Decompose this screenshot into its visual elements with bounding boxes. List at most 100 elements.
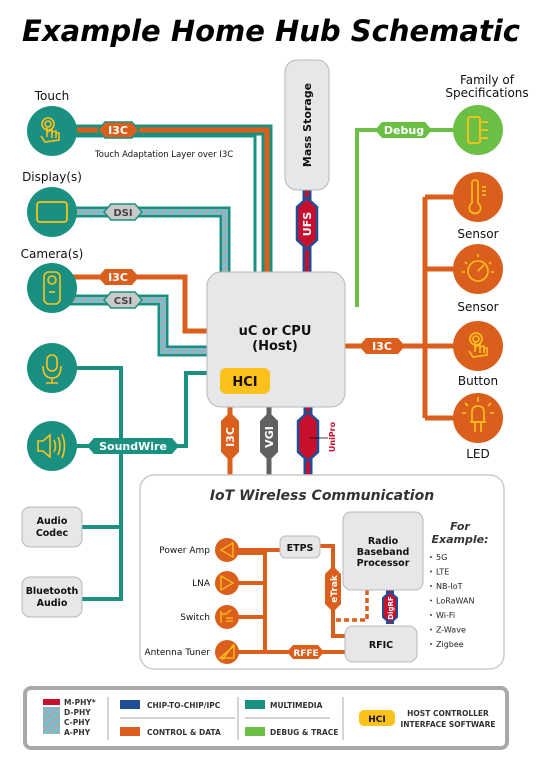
power-amp-label: Power Amp: [159, 546, 210, 556]
camera-label: Camera(s): [21, 247, 84, 261]
example-item: Z-Wave: [436, 626, 466, 635]
host-vgi-tag: VGI: [260, 412, 278, 461]
svg-text:I3C: I3C: [108, 271, 128, 284]
page-title: Example Home Hub Schematic: [22, 14, 520, 48]
svg-text:RFFE: RFFE: [293, 649, 318, 659]
display-device[interactable]: [27, 187, 77, 237]
display-label: Display(s): [22, 170, 82, 184]
lna-label: LNA: [192, 579, 211, 589]
svg-text:DSI: DSI: [113, 208, 132, 219]
svg-text:ETPS: ETPS: [287, 543, 314, 554]
svg-text:Codec: Codec: [36, 528, 68, 539]
svg-text:Baseband: Baseband: [357, 547, 410, 558]
example-bullet: [430, 614, 432, 616]
power-amp-device[interactable]: [215, 538, 239, 562]
microphone-device[interactable]: [27, 343, 77, 393]
switch-label: Switch: [180, 613, 210, 623]
svg-text:D-PHY: D-PHY: [64, 708, 91, 717]
display-dsi-wire: [60, 206, 231, 278]
led-label: LED: [466, 447, 490, 461]
gauge-sensor-device[interactable]: [453, 244, 503, 294]
rfic-box[interactable]: RFIC: [344, 625, 418, 663]
svg-text:CONTROL & DATA: CONTROL & DATA: [147, 728, 221, 737]
switch-device[interactable]: [215, 605, 239, 629]
example-bullet: [430, 585, 432, 587]
svg-text:I3C: I3C: [224, 427, 237, 447]
svg-text:RFIC: RFIC: [369, 640, 393, 651]
touch-label: Touch: [34, 89, 69, 103]
debug-device[interactable]: [453, 105, 503, 155]
svg-text:HOST CONTROLLER: HOST CONTROLLER: [407, 709, 489, 718]
svg-text:UFS: UFS: [301, 212, 314, 236]
svg-text:HCI: HCI: [232, 375, 257, 390]
example-item: LoRaWAN: [436, 597, 474, 606]
example-bullet: [430, 628, 432, 631]
svg-text:I3C: I3C: [108, 124, 128, 137]
legend-mphy-swatch: [43, 699, 60, 705]
svg-text:DEBUG & TRACE: DEBUG & TRACE: [270, 728, 338, 737]
legend-multimedia-swatch: [245, 700, 265, 709]
svg-text:uC or CPU: uC or CPU: [239, 324, 312, 339]
iot-title: IoT Wireless Communication: [210, 488, 434, 504]
etps-box[interactable]: ETPS: [279, 535, 321, 559]
sensor2-label: Sensor: [457, 300, 498, 314]
baseband-processor-box[interactable]: Radio Baseband Processor: [342, 511, 424, 591]
touch-device[interactable]: [27, 106, 77, 156]
svg-text:MULTIMEDIA: MULTIMEDIA: [270, 701, 323, 710]
led-device[interactable]: [453, 393, 503, 443]
svg-text:C-PHY: C-PHY: [64, 718, 91, 727]
svg-text:CSI: CSI: [114, 296, 132, 307]
ufs-tag: UFS: [295, 196, 319, 251]
examples-title-line1: For: [450, 520, 470, 533]
sensor1-label: Sensor: [457, 227, 498, 241]
antenna-tuner-label: Antenna Tuner: [145, 648, 211, 658]
legend-debug-swatch: [245, 727, 265, 736]
antenna-tuner-device[interactable]: [215, 640, 239, 664]
svg-text:INTERFACE SOFTWARE: INTERFACE SOFTWARE: [400, 720, 495, 729]
lna-device[interactable]: [215, 571, 239, 595]
svg-text:Processor: Processor: [357, 558, 410, 569]
svg-text:HCI: HCI: [368, 715, 386, 725]
legend: M-PHY* D-PHY C-PHY A-PHY CHIP-TO-CHIP/IP…: [23, 686, 509, 750]
examples-title-line2: Example:: [432, 533, 489, 546]
svg-text:Mass Storage: Mass Storage: [301, 83, 314, 167]
svg-text:(Host): (Host): [252, 339, 298, 354]
svg-text:I3C: I3C: [372, 340, 392, 353]
schematic-canvas: Example Home Hub Schematic Touch I3C Tou…: [21, 14, 529, 750]
temperature-sensor-device[interactable]: [453, 172, 503, 222]
svg-text:eTrak: eTrak: [330, 574, 340, 603]
specs-label-line2: Specifications: [445, 86, 528, 100]
button-device[interactable]: [453, 321, 503, 371]
svg-text:M-PHY*: M-PHY*: [64, 698, 96, 707]
bluetooth-audio-box[interactable]: Bluetooth Audio: [21, 576, 83, 618]
svg-text:A-PHY: A-PHY: [64, 728, 91, 737]
etrak-tag: eTrak: [325, 566, 341, 612]
svg-text:DigRF: DigRF: [387, 596, 395, 620]
example-item: NB-IoT: [436, 582, 463, 591]
legend-chip-swatch: [120, 700, 140, 709]
legend-phy-swatch: [43, 707, 60, 734]
host-i3c-tag: I3C: [221, 412, 239, 461]
mass-storage-box[interactable]: Mass Storage: [284, 59, 330, 191]
legend-control-swatch: [120, 727, 140, 736]
example-bullet: [430, 643, 432, 645]
audio-codec-box[interactable]: Audio Codec: [21, 506, 83, 548]
rffe-tag: RFFE: [287, 645, 324, 659]
hci-badge: HCI: [220, 368, 270, 394]
svg-text:Audio: Audio: [37, 516, 68, 527]
svg-text:SoundWire: SoundWire: [99, 440, 167, 453]
example-bullet: [430, 570, 432, 573]
touch-note: Touch Adaptation Layer over I3C: [94, 150, 233, 160]
host-unipro-tag: UniPro: [296, 410, 337, 463]
example-bullet: [430, 599, 432, 602]
example-item: Zigbee: [436, 640, 464, 649]
svg-text:Audio: Audio: [37, 598, 68, 609]
speaker-device[interactable]: [27, 421, 77, 471]
svg-text:UniPro: UniPro: [328, 421, 337, 452]
debug-wire: [355, 128, 465, 307]
svg-text:Bluetooth: Bluetooth: [26, 586, 79, 597]
example-item: 5G: [436, 553, 447, 562]
svg-text:Radio: Radio: [368, 536, 399, 547]
camera-device[interactable]: [27, 263, 77, 313]
example-bullet: [430, 556, 432, 558]
